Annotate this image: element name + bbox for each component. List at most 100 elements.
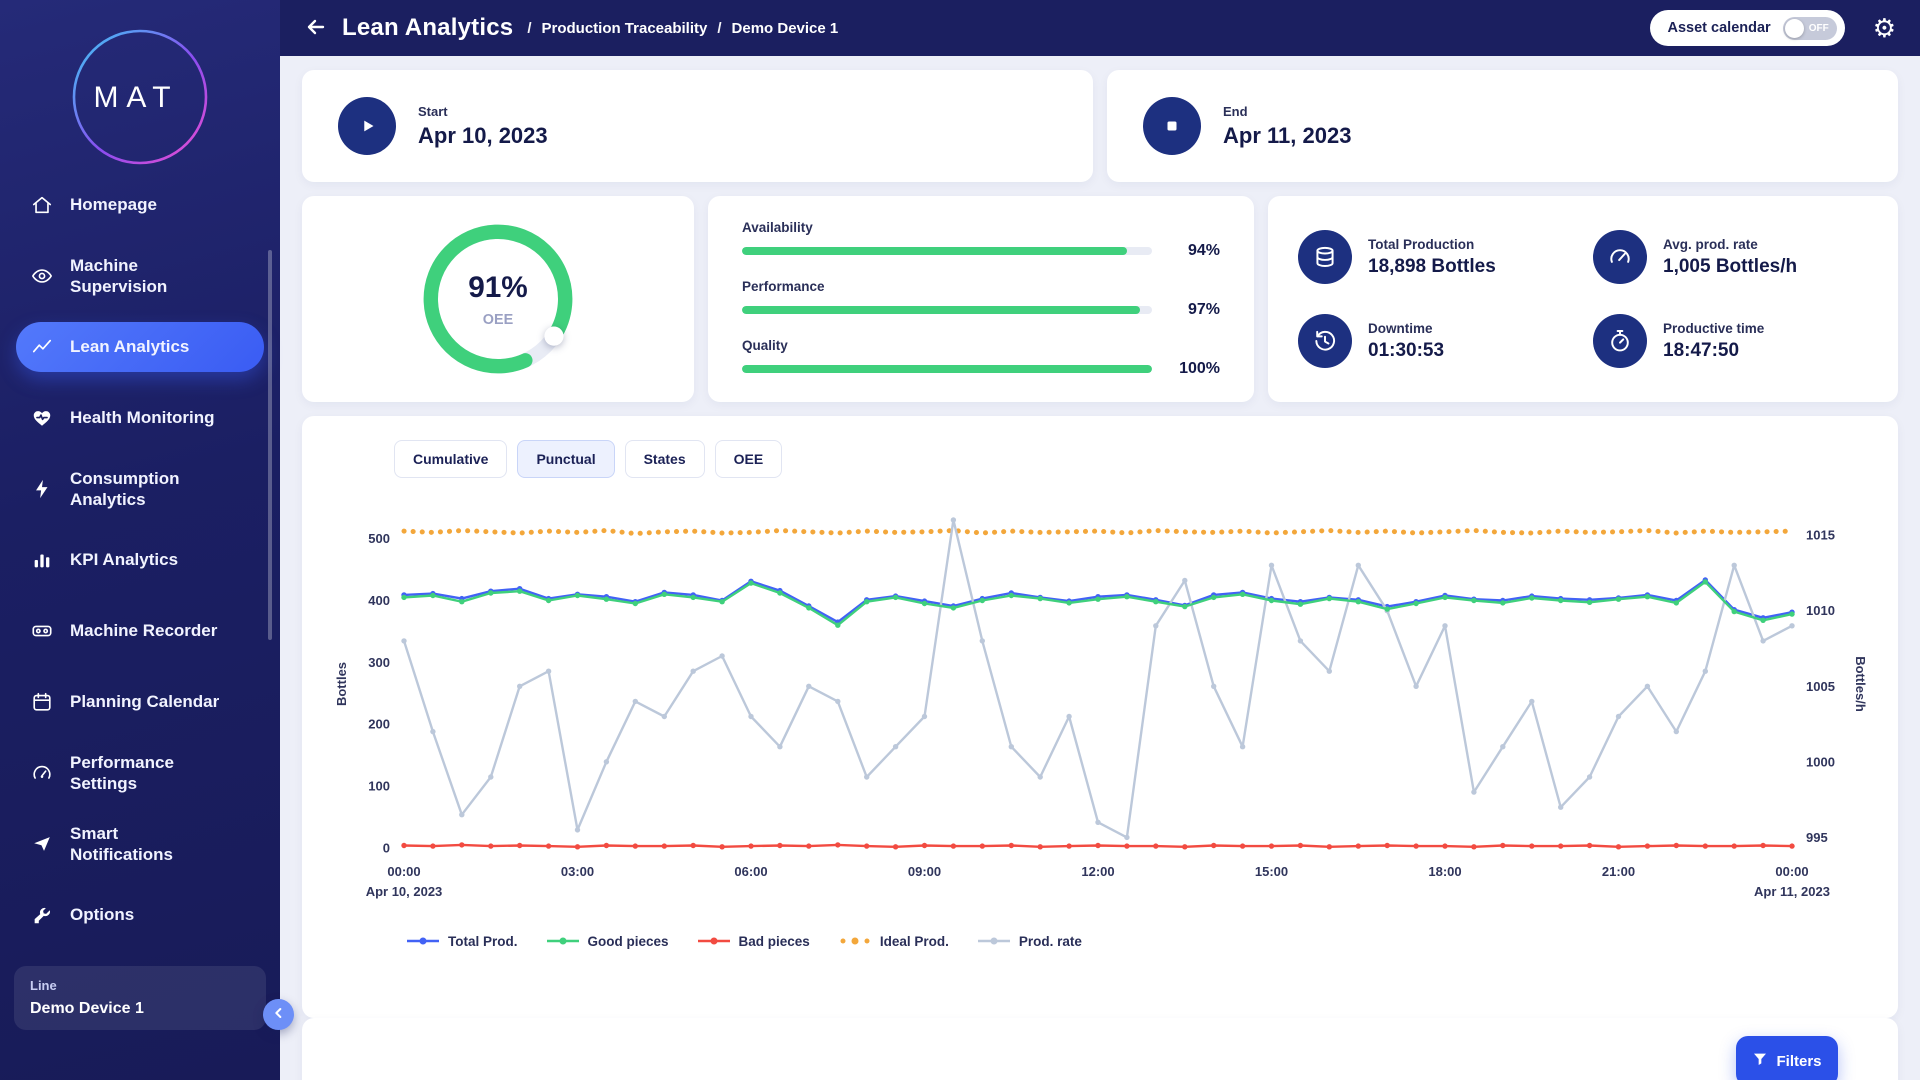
- end-date: Apr 11, 2023: [1223, 123, 1351, 149]
- kpi-row-quality: Quality 100%: [742, 338, 1220, 378]
- sidebar-item-label: Planning Calendar: [70, 691, 219, 712]
- svg-text:1010: 1010: [1806, 603, 1835, 618]
- kpi-percent: 97%: [1166, 301, 1220, 319]
- production-stats-card: Total Production 18,898 Bottles Avg. pro…: [1268, 196, 1898, 402]
- svg-text:1015: 1015: [1806, 528, 1835, 543]
- sidebar-item-label: Performance Settings: [70, 752, 222, 795]
- asset-calendar-label: Asset calendar: [1668, 20, 1771, 36]
- sidebar-item-consumption-analytics[interactable]: Consumption Analytics: [16, 464, 264, 514]
- svg-text:200: 200: [368, 717, 390, 732]
- chevron-left-icon: [271, 1005, 287, 1024]
- tab-oee[interactable]: OEE: [715, 440, 783, 478]
- stat-value: 01:30:53: [1368, 340, 1444, 362]
- legend-item-total-prod-[interactable]: Total Prod.: [406, 934, 518, 949]
- device-name: Demo Device 1: [30, 1000, 250, 1018]
- stat-value: 1,005 Bottles/h: [1663, 256, 1797, 278]
- legend-item-prod-rate[interactable]: Prod. rate: [977, 934, 1082, 949]
- svg-text:100: 100: [368, 779, 390, 794]
- main-content: Start Apr 10, 2023 End Apr 11, 2023 91% …: [280, 56, 1920, 1080]
- sidebar-item-options[interactable]: Options: [16, 890, 264, 940]
- legend-item-bad-pieces[interactable]: Bad pieces: [697, 934, 810, 949]
- tab-states[interactable]: States: [625, 440, 705, 478]
- sidebar-item-health-monitoring[interactable]: Health Monitoring: [16, 393, 264, 443]
- back-button[interactable]: [304, 15, 328, 42]
- breadcrumb-item[interactable]: Demo Device 1: [732, 20, 839, 37]
- legend-marker: [406, 934, 440, 949]
- svg-text:1005: 1005: [1806, 679, 1835, 694]
- legend-marker: [977, 934, 1011, 949]
- asset-calendar-toggle-pill[interactable]: Asset calendar OFF: [1650, 10, 1845, 46]
- oee-gauge: 91% OEE: [402, 203, 594, 395]
- legend-item-ideal-prod-[interactable]: Ideal Prod.: [838, 934, 949, 949]
- oee-value: 91%: [468, 271, 528, 304]
- breadcrumb-item[interactable]: Production Traceability: [541, 20, 707, 37]
- stat-label: Avg. prod. rate: [1663, 237, 1797, 252]
- breadcrumb-separator: /: [717, 20, 721, 37]
- svg-text:1000: 1000: [1806, 754, 1835, 769]
- line-device-card[interactable]: Line Demo Device 1: [14, 966, 266, 1030]
- stat-label: Productive time: [1663, 321, 1764, 336]
- gear-icon[interactable]: ⚙: [1873, 15, 1896, 41]
- legend-marker: [697, 934, 731, 949]
- svg-text:995: 995: [1806, 830, 1828, 845]
- header: Lean Analytics /Production Traceability/…: [280, 0, 1920, 56]
- sidebar-item-label: Lean Analytics: [70, 336, 189, 357]
- stat-value: 18,898 Bottles: [1368, 256, 1496, 278]
- sidebar-item-machine-supervision[interactable]: Machine Supervision: [16, 251, 264, 301]
- sidebar-item-machine-recorder[interactable]: Machine Recorder: [16, 606, 264, 656]
- svg-text:21:00: 21:00: [1602, 864, 1635, 879]
- sidebar-item-kpi-analytics[interactable]: KPI Analytics: [16, 535, 264, 585]
- stopwatch-icon: [1593, 314, 1647, 368]
- bolt-icon: [30, 477, 54, 501]
- start-label: Start: [418, 104, 548, 119]
- chart-legend: Total Prod. Good pieces Bad pieces Ideal…: [406, 934, 1868, 949]
- svg-text:Bottles/h: Bottles/h: [1853, 656, 1868, 712]
- sidebar-scrollbar[interactable]: [268, 250, 272, 640]
- breadcrumb: /Production Traceability/Demo Device 1: [527, 20, 838, 37]
- sidebar-item-label: Smart Notifications: [70, 823, 222, 866]
- sidebar-item-planning-calendar[interactable]: Planning Calendar: [16, 677, 264, 727]
- sidebar-item-label: Options: [70, 904, 134, 925]
- oee-gauge-card: 91% OEE: [302, 196, 694, 402]
- svg-text:15:00: 15:00: [1255, 864, 1288, 879]
- stat-item: Productive time 18:47:50: [1593, 306, 1868, 376]
- sidebar-item-label: Homepage: [70, 194, 157, 215]
- sidebar-item-homepage[interactable]: Homepage: [16, 180, 264, 230]
- play-icon: [338, 97, 396, 155]
- svg-text:500: 500: [368, 531, 390, 546]
- sidebar-item-performance-settings[interactable]: Performance Settings: [16, 748, 264, 798]
- sidebar-item-lean-analytics[interactable]: Lean Analytics: [16, 322, 264, 372]
- svg-text:400: 400: [368, 593, 390, 608]
- asset-calendar-switch[interactable]: OFF: [1783, 17, 1837, 40]
- sidebar-item-smart-notifications[interactable]: Smart Notifications: [16, 819, 264, 869]
- home-icon: [30, 193, 54, 217]
- svg-text:06:00: 06:00: [734, 864, 767, 879]
- tab-punctual[interactable]: Punctual: [517, 440, 614, 478]
- svg-text:300: 300: [368, 655, 390, 670]
- tab-cumulative[interactable]: Cumulative: [394, 440, 507, 478]
- wrench-icon: [30, 903, 54, 927]
- stat-value: 18:47:50: [1663, 340, 1764, 362]
- filters-button[interactable]: Filters: [1736, 1036, 1838, 1080]
- heart-pulse-icon: [30, 406, 54, 430]
- oee-label: OEE: [483, 312, 514, 328]
- sidebar-collapse-button[interactable]: [263, 999, 294, 1030]
- trend-icon: [30, 335, 54, 359]
- sidebar-item-label: Consumption Analytics: [70, 468, 222, 511]
- kpi-progress-fill: [742, 247, 1127, 255]
- svg-text:12:00: 12:00: [1081, 864, 1114, 879]
- start-date: Apr 10, 2023: [418, 123, 548, 149]
- bottom-card: [302, 1018, 1898, 1080]
- kpi-progress-track: [742, 306, 1152, 314]
- legend-item-good-pieces[interactable]: Good pieces: [546, 934, 669, 949]
- production-chart-card: CumulativePunctualStatesOEE 010020030040…: [302, 416, 1898, 1018]
- kpi-percent: 100%: [1166, 360, 1220, 378]
- kpi-label: Availability: [742, 220, 1220, 235]
- eye-icon: [30, 264, 54, 288]
- rate-icon: [1593, 230, 1647, 284]
- stop-icon: [1143, 97, 1201, 155]
- legend-label: Good pieces: [588, 934, 669, 949]
- end-label: End: [1223, 104, 1351, 119]
- chart-tabs: Cumulative Punctual States OEE: [394, 440, 1868, 478]
- svg-text:Apr 11, 2023: Apr 11, 2023: [1754, 884, 1830, 899]
